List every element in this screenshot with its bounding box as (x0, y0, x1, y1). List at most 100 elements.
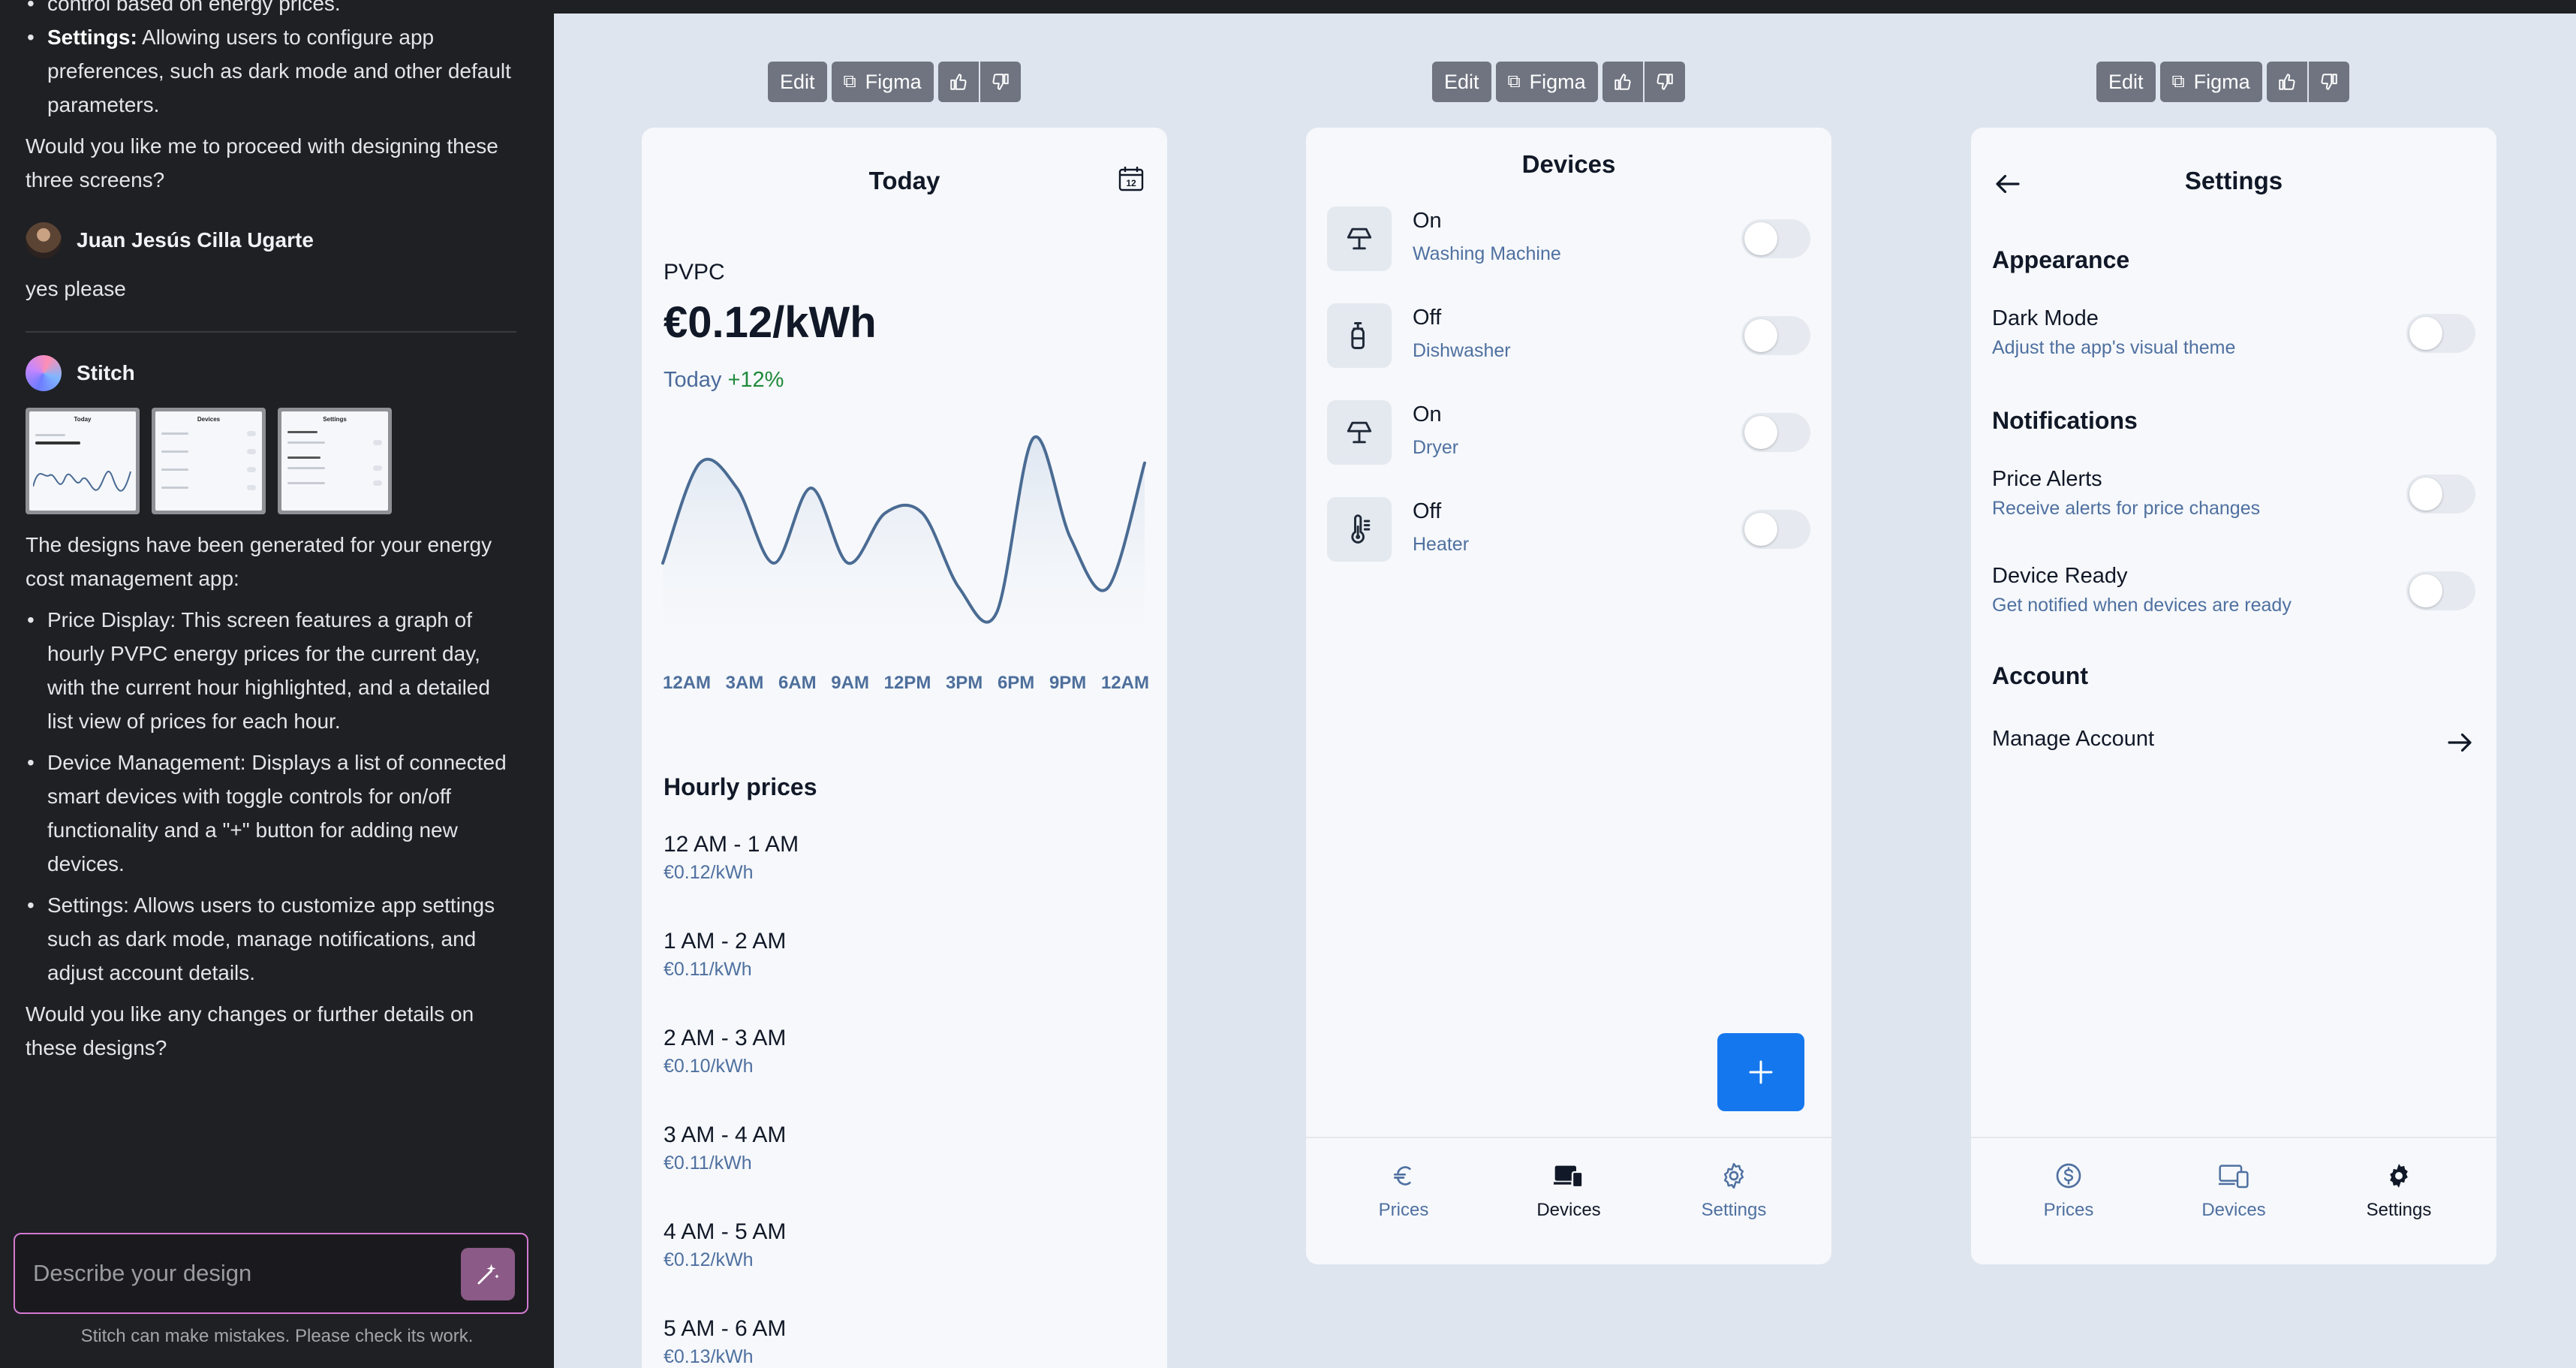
device-toggle[interactable] (1741, 316, 1810, 355)
x-tick-label: 6AM (778, 673, 817, 693)
device-row[interactable]: On Dryer (1327, 398, 1810, 466)
design-canvas[interactable]: Edit ⧉ Figma Edit ⧉ Figma Edit ⧉ Figma Toda… (554, 0, 2576, 1368)
list-item[interactable]: 1 AM - 2 AM €0.11/kWh (664, 929, 786, 981)
thumbs-up-icon (2278, 74, 2295, 90)
thumbs-down-button[interactable] (1644, 62, 1685, 102)
x-tick-label: 6PM (997, 673, 1035, 693)
figma-label: Figma (2193, 70, 2250, 93)
figma-button[interactable]: ⧉ Figma (2159, 62, 2262, 102)
list-item[interactable]: 5 AM - 6 AM €0.13/kWh (664, 1316, 786, 1368)
x-tick-label: 12PM (883, 673, 931, 693)
x-tick-label: 3AM (725, 673, 764, 693)
hour-price: €0.13/kWh (664, 1346, 754, 1367)
tab-prices[interactable]: Prices (2001, 1156, 2136, 1221)
tab-label: Settings (2366, 1200, 2432, 1220)
stitch-logo-icon (26, 355, 62, 391)
manage-account-link[interactable]: Manage Account (1992, 727, 2475, 760)
thumbs-up-button[interactable] (2266, 62, 2307, 102)
edit-label: Edit (780, 70, 815, 93)
setting-description: Adjust the app's visual theme (1992, 337, 2236, 358)
hour-price: €0.12/kWh (664, 1249, 754, 1270)
list-item[interactable]: 12 AM - 1 AM €0.12/kWh (664, 832, 799, 884)
device-row[interactable]: Off Dishwasher (1327, 301, 1810, 369)
device-toggle[interactable] (1741, 510, 1810, 549)
list-item[interactable]: 2 AM - 3 AM €0.10/kWh (664, 1026, 786, 1077)
lamp-icon (1347, 421, 1372, 444)
list-item[interactable]: 3 AM - 4 AM €0.11/kWh (664, 1122, 786, 1174)
list-item: Settings: Allows users to customize app … (26, 888, 516, 990)
prompt-placeholder: Describe your design (33, 1260, 252, 1286)
soap-bottle-icon (1351, 322, 1365, 349)
copy-icon: ⧉ (1507, 71, 1521, 92)
user-name: Juan Jesús Cilla Ugarte (77, 228, 314, 252)
lamp-icon (1347, 227, 1372, 250)
thumbnail-prices[interactable]: Today (26, 408, 140, 514)
chat-panel: control based on energy prices. Settings… (0, 0, 554, 1368)
dollar-circle-icon (2056, 1163, 2081, 1189)
tab-settings[interactable]: Settings (1666, 1156, 1801, 1221)
dark-mode-toggle[interactable] (2406, 314, 2475, 353)
device-toggle[interactable] (1741, 219, 1810, 258)
tab-label: Prices (2043, 1200, 2094, 1220)
thumbs-down-button[interactable] (2308, 62, 2349, 102)
thumbs-up-button[interactable] (1602, 62, 1643, 102)
device-row[interactable]: On Washing Machine (1327, 204, 1810, 272)
figma-label: Figma (1529, 70, 1586, 93)
setting-title: Manage Account (1992, 727, 2155, 751)
page-title: Today (868, 167, 940, 194)
hour-range: 5 AM - 6 AM (664, 1316, 787, 1341)
thumbs-up-icon (1614, 74, 1631, 90)
list-item: control based on energy prices. (26, 0, 516, 20)
calendar-icon: 12 (1118, 167, 1144, 191)
setting-dark-mode[interactable]: Dark Mode Adjust the app's visual theme (1992, 306, 2475, 359)
thumbnail-title: Today (74, 416, 92, 423)
bold-label: Settings: (47, 26, 137, 49)
plan-list: control based on energy prices. Settings… (26, 0, 516, 122)
price-alerts-toggle[interactable] (2406, 475, 2475, 514)
edit-button[interactable]: Edit (768, 62, 827, 102)
figma-button[interactable]: ⧉ Figma (831, 62, 934, 102)
figma-button[interactable]: ⧉ Figma (1495, 62, 1598, 102)
thumbnail-settings[interactable]: Settings (278, 408, 392, 514)
device-icon-tile (1327, 303, 1392, 368)
thumbnail-title: Settings (323, 416, 347, 423)
chat-scroll[interactable]: control based on energy prices. Settings… (26, 0, 516, 1065)
copy-icon: ⧉ (2171, 71, 2185, 92)
devices-icon (2219, 1165, 2249, 1189)
thumbs-down-button[interactable] (980, 62, 1021, 102)
gear-icon (2390, 1164, 2408, 1188)
setting-device-ready[interactable]: Device Ready Get notified when devices a… (1992, 564, 2475, 616)
summary-intro: The designs have been generated for your… (26, 533, 492, 590)
device-row[interactable]: Off Heater (1327, 495, 1810, 562)
edit-label: Edit (2108, 70, 2144, 93)
screen-toolbar: Edit ⧉ Figma (2096, 62, 2349, 102)
hour-range: 1 AM - 2 AM (664, 929, 787, 954)
add-device-button[interactable] (1717, 1033, 1804, 1111)
thumbs-up-button[interactable] (937, 62, 979, 102)
list-item[interactable]: 4 AM - 5 AM €0.12/kWh (664, 1219, 786, 1271)
edit-button[interactable]: Edit (1432, 62, 1491, 102)
setting-price-alerts[interactable]: Price Alerts Receive alerts for price ch… (1992, 467, 2475, 520)
thumbnail-devices[interactable]: Devices (152, 408, 266, 514)
setting-description: Get notified when devices are ready (1992, 595, 2292, 616)
calendar-button[interactable]: 12 (1118, 165, 1145, 192)
setting-title: Price Alerts (1992, 467, 2102, 491)
generate-button[interactable] (461, 1248, 515, 1300)
hour-range: 2 AM - 3 AM (664, 1026, 787, 1050)
device-icon-tile (1327, 497, 1392, 562)
tab-prices[interactable]: Prices (1336, 1156, 1471, 1221)
edit-button[interactable]: Edit (2096, 62, 2156, 102)
list-item: Device Management: Displays a list of co… (26, 746, 516, 881)
tab-devices[interactable]: Devices (1501, 1156, 1636, 1221)
tab-settings[interactable]: Settings (2331, 1156, 2466, 1221)
device-ready-toggle[interactable] (2406, 571, 2475, 610)
tab-devices[interactable]: Devices (2166, 1156, 2301, 1221)
edit-label: Edit (1444, 70, 1479, 93)
design-prompt-input[interactable]: Describe your design (14, 1233, 528, 1314)
avatar (26, 222, 62, 258)
hour-price: €0.12/kWh (664, 862, 754, 883)
design-thumbnails: Today Devices Settings (26, 408, 516, 514)
price-chart (661, 435, 1146, 661)
euro-icon (1394, 1166, 1411, 1186)
device-toggle[interactable] (1741, 413, 1810, 452)
